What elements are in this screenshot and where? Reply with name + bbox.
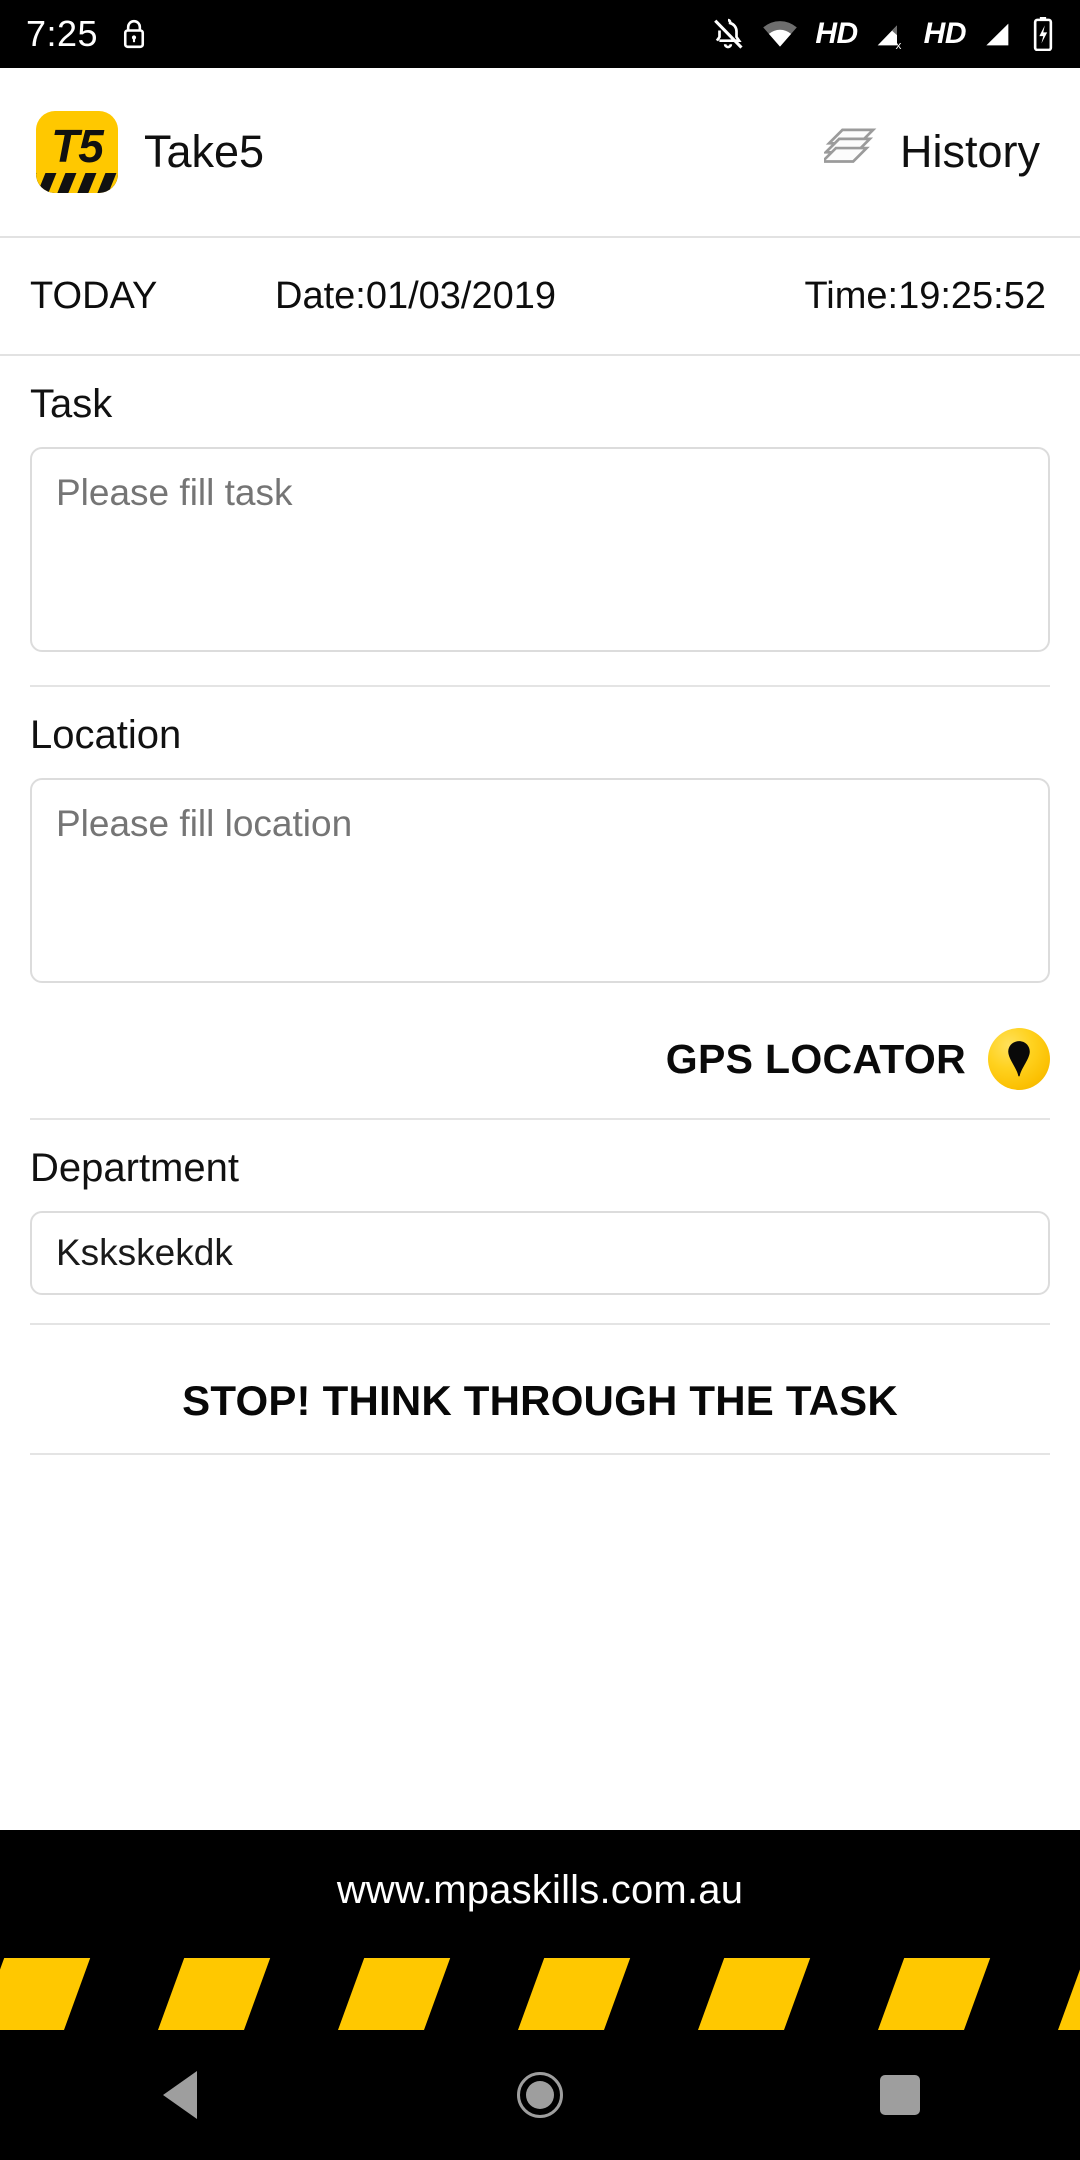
history-label: History: [899, 126, 1040, 177]
hd-label-1: HD: [815, 17, 858, 50]
department-field-block: Department Kskskekdk: [0, 1120, 1080, 1295]
stop-banner-text: STOP! THINK THROUGH THE TASK: [182, 1377, 898, 1424]
home-button[interactable]: [470, 2045, 610, 2145]
history-button[interactable]: History: [819, 120, 1044, 184]
department-input[interactable]: Kskskekdk: [30, 1211, 1050, 1295]
location-label: Location: [30, 713, 182, 757]
notifications-off-icon: [711, 17, 745, 51]
wifi-icon: [762, 19, 798, 49]
status-bar-right: HD x HD: [711, 17, 1054, 51]
status-bar-left: 7:25: [26, 13, 148, 55]
stop-banner: STOP! THINK THROUGH THE TASK: [0, 1325, 1080, 1425]
today-label: TODAY: [30, 274, 158, 317]
android-nav-bar: [0, 2030, 1080, 2160]
logo-hazard-stripes: [36, 173, 118, 193]
footer: www.mpaskills.com.au: [0, 1830, 1080, 2030]
lock-icon: [120, 17, 148, 51]
battery-charging-icon: [1032, 17, 1054, 51]
hd-label-2: HD: [923, 17, 967, 50]
date-summary-row: TODAY Date:01/03/2019 Time:19:25:52: [0, 238, 1080, 356]
department-label: Department: [30, 1146, 239, 1190]
date-label: Date:01/03/2019: [275, 274, 557, 317]
task-input[interactable]: [30, 447, 1050, 652]
time-label: Time:19:25:52: [804, 274, 1046, 317]
location-field-block: Location: [0, 687, 1080, 988]
take5-logo-icon: T5: [36, 111, 118, 193]
footer-hazard-stripes: [0, 1958, 1080, 2030]
footer-url: www.mpaskills.com.au: [336, 1868, 744, 1912]
app-title: Take5: [144, 126, 265, 177]
map-pin-icon[interactable]: [988, 1028, 1050, 1090]
layers-stack-icon: [819, 127, 882, 178]
app-header: T5 Take5 History: [0, 68, 1080, 238]
brand: T5 Take5: [36, 111, 264, 193]
location-input[interactable]: [30, 778, 1050, 983]
home-circle-icon: [517, 2072, 563, 2118]
recents-square-icon: [880, 2075, 920, 2115]
task-field-block: Task: [0, 356, 1080, 657]
back-triangle-icon: [163, 2071, 197, 2119]
form-content: Task Location GPS LOCATOR Department Ksk…: [0, 356, 1080, 1455]
status-bar: 7:25 HD x HD: [0, 0, 1080, 68]
divider-stop: [30, 1453, 1050, 1455]
cellular-signal-icon: [983, 18, 1015, 50]
recents-button[interactable]: [830, 2045, 970, 2145]
cellular-signal-off-icon: x: [875, 18, 907, 50]
svg-text:x: x: [895, 40, 901, 50]
task-label: Task: [30, 382, 113, 426]
logo-text: T5: [51, 120, 104, 172]
gps-locator-label: GPS LOCATOR: [665, 1035, 966, 1082]
status-bar-clock: 7:25: [26, 13, 99, 54]
back-button[interactable]: [110, 2045, 250, 2145]
gps-locator-row[interactable]: GPS LOCATOR: [0, 988, 1080, 1090]
